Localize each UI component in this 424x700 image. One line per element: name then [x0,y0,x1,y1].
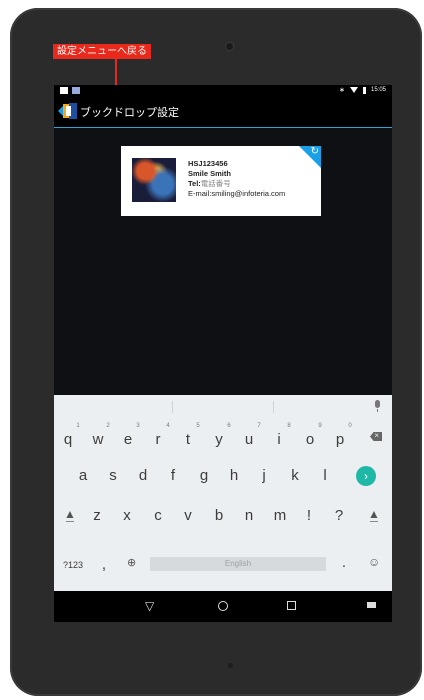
key-s[interactable]: s [101,466,125,486]
key-e[interactable]: e [116,430,140,450]
key-q[interactable]: q [56,430,80,450]
key-row-3: ▲ z x c v b n m ! ? ▲ [54,499,392,539]
enter-key-icon[interactable]: › [356,466,376,486]
key-g[interactable]: g [192,466,216,486]
key-f[interactable]: f [161,466,185,486]
key-k[interactable]: k [283,466,307,486]
card-tel-value: 電話番号 [200,179,231,188]
microphone-icon[interactable] [375,400,380,408]
back-nav-icon[interactable]: ▽ [145,599,154,613]
key-y[interactable]: y [207,430,231,450]
recents-nav-icon[interactable] [287,601,296,610]
key-row-2: a s d f g h j k l › [54,459,392,499]
status-bar: ∗ 15:05 [54,85,392,97]
key-n[interactable]: n [237,506,261,526]
key-hint: 9 [318,423,322,429]
key-u[interactable]: u [237,430,261,450]
shift-right-underline [370,521,378,522]
key-hint: 1 [76,423,80,429]
card-name: Smile Smith [188,169,231,178]
key-t[interactable]: t [176,430,200,450]
card-email: E-mail:smiling@infoteria.com [188,189,286,198]
key-d[interactable]: d [131,466,155,486]
key-x[interactable]: x [115,506,139,526]
period-key[interactable]: . [332,553,356,573]
key-hint: 3 [136,423,140,429]
suggestion-divider [273,401,274,413]
key-hint: 6 [227,423,231,429]
callout-label: 設定メニューへ戻る [53,44,151,59]
on-screen-keyboard: 1 2 3 4 5 6 7 8 9 0 q w e r t y u i o p … [54,395,392,591]
emoji-icon[interactable]: ☺ [368,555,380,569]
symbols-key[interactable]: ?123 [58,555,88,575]
notification-icon [60,87,68,94]
key-v[interactable]: v [176,506,200,526]
key-j[interactable]: j [252,466,276,486]
key-b[interactable]: b [207,506,231,526]
comma-key[interactable]: , [92,555,116,575]
backspace-x-mark: × [374,431,379,440]
bluetooth-icon: ∗ [339,87,345,94]
status-time: 15:05 [370,87,386,93]
shift-left-icon[interactable]: ▲ [60,507,80,521]
key-hint: 8 [287,423,291,429]
device-screen: ∗ 15:05 ブックドロップ設定 HSJ123456 Smile Smith … [54,85,392,622]
home-nav-icon[interactable] [218,601,228,611]
battery-icon [362,86,366,94]
shift-left-underline [66,521,74,522]
key-o[interactable]: o [298,430,322,450]
key-hint: 4 [166,423,170,429]
front-camera [226,43,233,50]
key-z[interactable]: z [85,506,109,526]
wifi-icon [349,87,358,93]
bottom-sensor [228,663,233,668]
navigation-bar: ▽ [54,591,392,622]
key-h[interactable]: h [222,466,246,486]
key-row-1: 1 2 3 4 5 6 7 8 9 0 q w e r t y u i o p … [54,419,392,459]
app-back-icon[interactable] [58,102,78,120]
suggestion-divider [172,401,173,413]
app-bar: ブックドロップ設定 [54,97,392,127]
key-p[interactable]: p [328,430,352,450]
app-title[interactable]: ブックドロップ設定 [80,104,179,120]
shift-right-icon[interactable]: ▲ [364,507,384,521]
key-c[interactable]: c [146,506,170,526]
key-i[interactable]: i [267,430,291,450]
key-m[interactable]: m [268,506,292,526]
key-l[interactable]: l [313,466,337,486]
key-hint: 0 [348,423,352,429]
key-question[interactable]: ? [327,506,351,526]
key-r[interactable]: r [146,430,170,450]
key-hint: 5 [196,423,200,429]
globe-icon[interactable]: ⊕ [127,556,136,569]
microphone-stand [377,409,378,412]
card-tel-label: Tel: [188,179,201,188]
gallery-notification-icon [72,87,80,94]
space-key[interactable]: English [150,557,326,571]
key-exclamation[interactable]: ! [297,506,321,526]
suggestion-strip [54,395,392,419]
sync-icon[interactable]: ↻ [311,147,319,157]
keyboard-switch-icon[interactable] [367,602,376,608]
business-card[interactable]: HSJ123456 Smile Smith Tel:電話番号 E-mail:sm… [121,146,321,216]
key-hint: 7 [257,423,261,429]
card-id: HSJ123456 [188,159,228,168]
app-bar-divider [54,127,392,128]
card-details: HSJ123456 Smile Smith Tel:電話番号 E-mail:sm… [188,159,285,199]
key-w[interactable]: w [86,430,110,450]
key-hint: 2 [106,423,110,429]
card-photo [132,158,176,202]
key-a[interactable]: a [71,466,95,486]
